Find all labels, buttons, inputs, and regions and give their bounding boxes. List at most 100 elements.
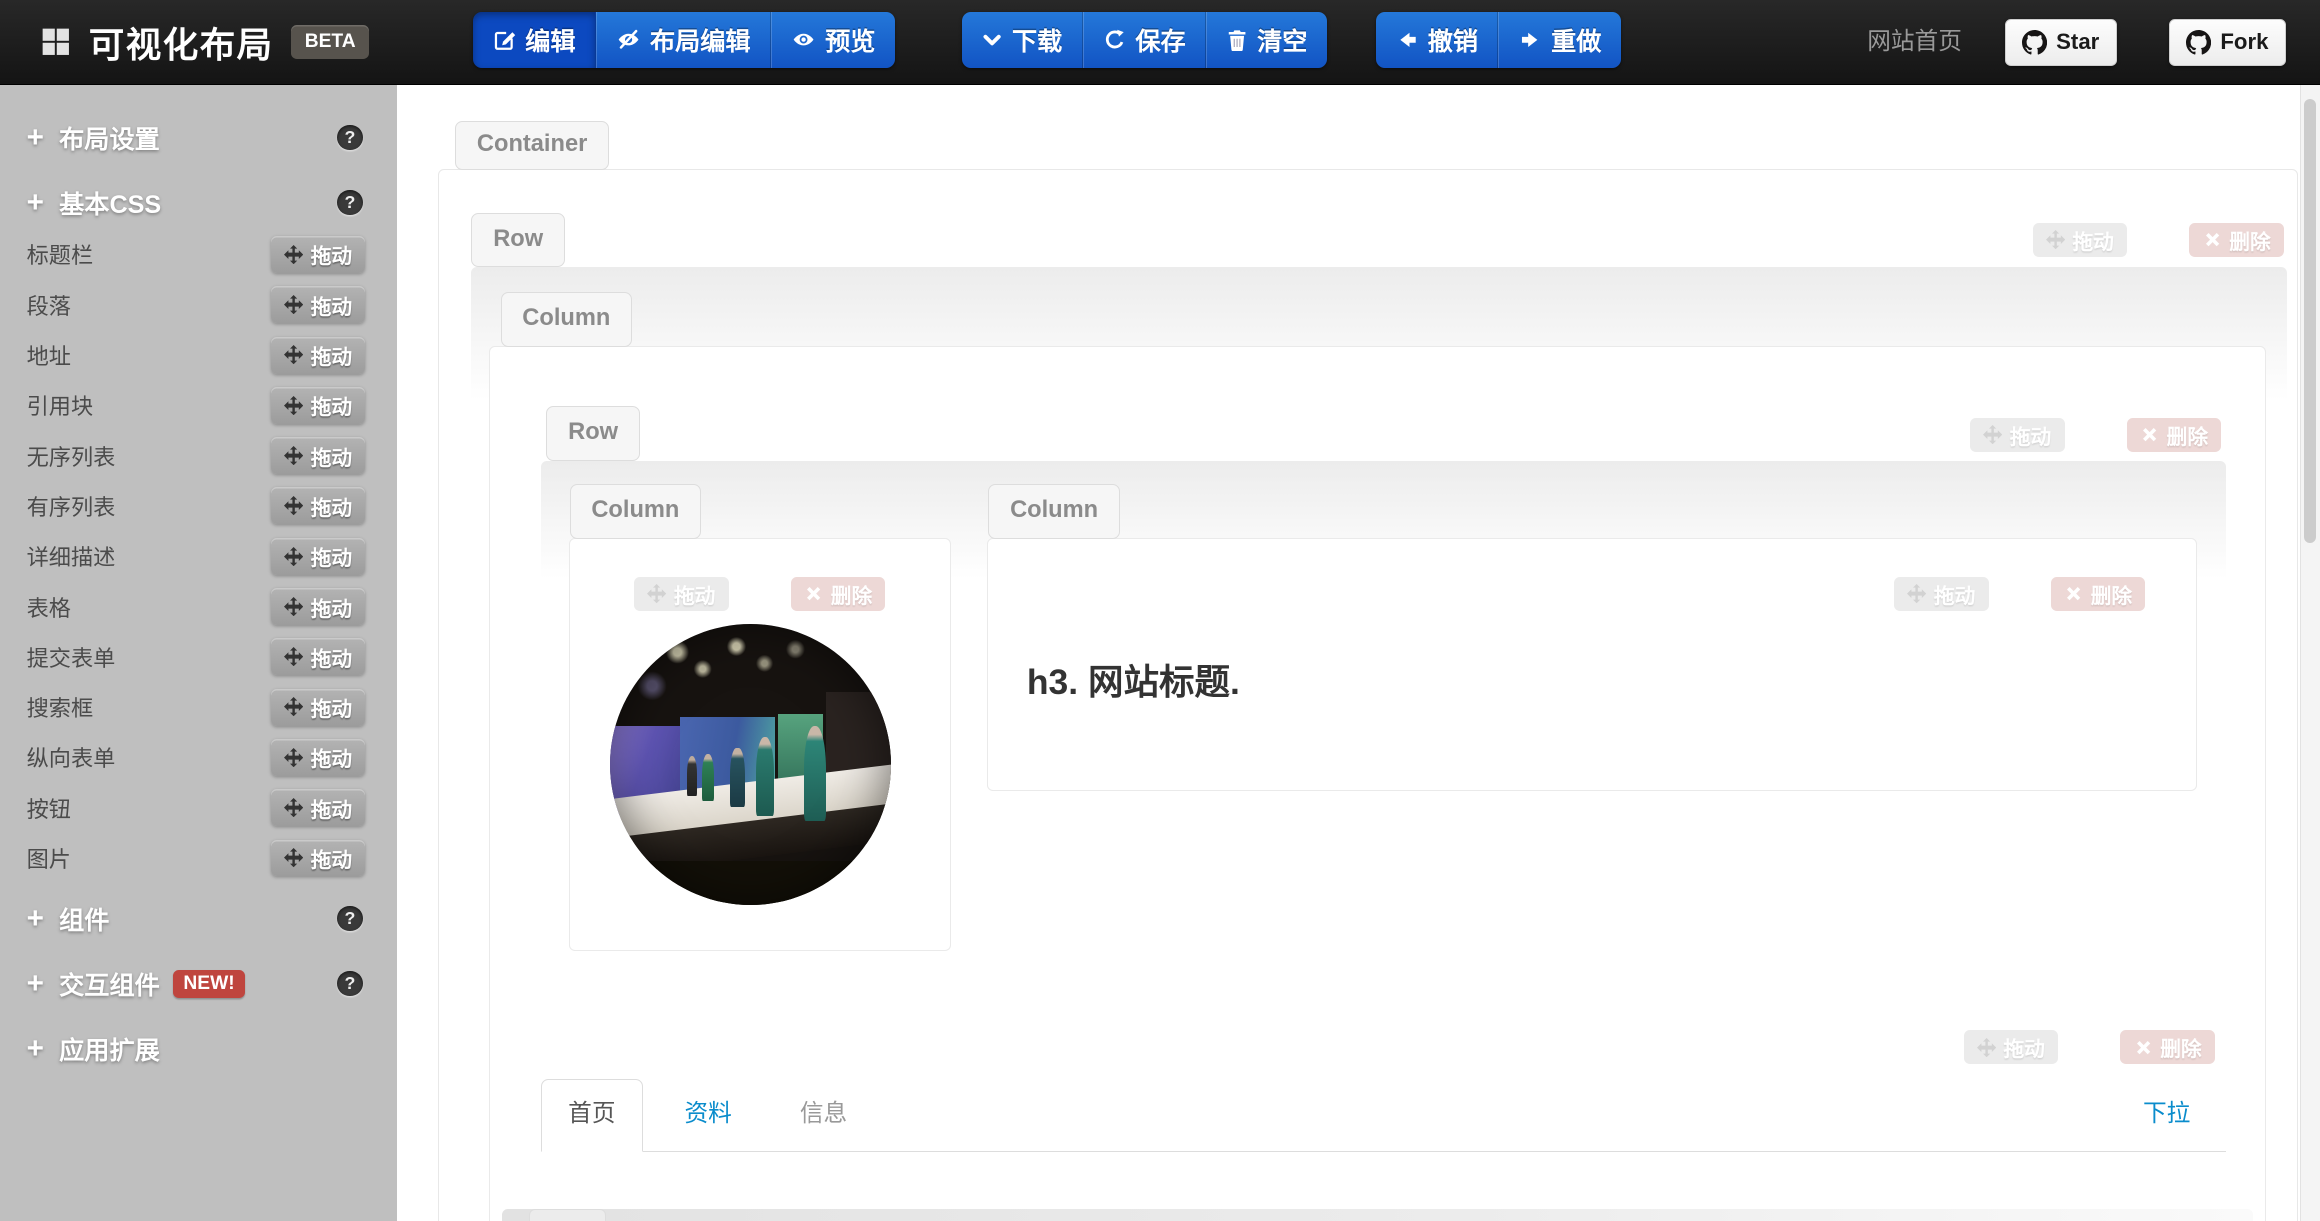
- drag-button[interactable]: 拖动: [271, 840, 366, 877]
- drag-button[interactable]: 拖动: [271, 538, 366, 575]
- column-tab[interactable]: Column: [570, 484, 701, 539]
- github-star-button[interactable]: Star: [2005, 19, 2117, 65]
- drag-button[interactable]: 拖动: [271, 387, 366, 424]
- drag-label: 拖动: [311, 390, 352, 420]
- help-icon[interactable]: ?: [337, 906, 362, 931]
- sidebar-item-description-list: 详细描述 拖动: [0, 531, 397, 581]
- drag-button[interactable]: 拖动: [1894, 577, 1989, 611]
- delete-button[interactable]: 删除: [2051, 577, 2146, 611]
- tab-home[interactable]: 首页: [541, 1079, 644, 1152]
- vertical-scrollbar[interactable]: [2300, 84, 2320, 1220]
- undo-button-label: 撤销: [1428, 22, 1478, 58]
- delete-button[interactable]: 删除: [791, 577, 886, 611]
- item-label: 地址: [27, 339, 71, 371]
- column-block-outer: Column Row 拖动 删除 Column 拖动 删除: [489, 346, 2266, 1221]
- section-label: 组件: [59, 901, 109, 937]
- component-sidebar: + 布局设置 ? + 基本CSS ? 标题栏 拖动 段落 拖动 地址 拖动 引用…: [0, 84, 397, 1220]
- drag-button[interactable]: 拖动: [271, 638, 366, 675]
- scrollbar-thumb[interactable]: [2304, 99, 2316, 543]
- site-home-link[interactable]: 网站首页: [1867, 0, 1962, 84]
- download-button[interactable]: 下载: [962, 12, 1083, 68]
- move-icon: [1983, 425, 2002, 444]
- delete-button[interactable]: 删除: [2189, 223, 2284, 257]
- help-icon[interactable]: ?: [337, 125, 362, 150]
- drag-button[interactable]: 拖动: [2033, 223, 2128, 257]
- drag-button[interactable]: 拖动: [1964, 1030, 2059, 1064]
- help-icon[interactable]: ?: [337, 190, 362, 215]
- drag-label: 拖动: [311, 340, 352, 370]
- nav-tabs: 首页 资料 信息 下拉: [541, 1079, 2226, 1152]
- column-hover-buttons: 拖动 删除: [1894, 577, 2145, 611]
- move-icon: [284, 396, 303, 415]
- drag-button[interactable]: 拖动: [271, 789, 366, 826]
- sidebar-item-ordered-list: 有序列表 拖动: [0, 481, 397, 531]
- container-tab[interactable]: Container: [455, 121, 609, 170]
- drag-label: 拖动: [674, 579, 715, 609]
- clear-button[interactable]: 清空: [1206, 12, 1327, 68]
- column-tab[interactable]: Column: [501, 292, 632, 347]
- plus-icon: +: [27, 967, 60, 1001]
- row-tab[interactable]: Row: [546, 406, 639, 461]
- tab-info[interactable]: 信息: [773, 1079, 874, 1151]
- row-block-inner: Row 拖动 删除 Column 拖动 删除: [541, 461, 2226, 982]
- drag-label: 拖动: [2003, 1032, 2044, 1062]
- drag-button[interactable]: 拖动: [271, 236, 366, 273]
- preview-button[interactable]: 预览: [771, 12, 895, 68]
- undo-button[interactable]: 撤销: [1376, 12, 1498, 68]
- drag-button[interactable]: 拖动: [271, 487, 366, 524]
- eye-icon: [791, 27, 816, 52]
- move-icon: [284, 597, 303, 616]
- sidebar-item-address: 地址 拖动: [0, 330, 397, 380]
- drag-button[interactable]: 拖动: [271, 689, 366, 726]
- sidebar-section-basic-css[interactable]: + 基本CSS ?: [0, 176, 397, 229]
- tab-profile[interactable]: 资料: [658, 1079, 759, 1151]
- sidebar-section-layout-settings[interactable]: + 布局设置 ?: [0, 111, 397, 164]
- preview-button-label: 预览: [825, 22, 875, 58]
- chevron-down-icon: [981, 29, 1003, 51]
- sidebar-section-components[interactable]: + 组件 ?: [0, 892, 397, 945]
- item-label: 有序列表: [27, 490, 116, 522]
- move-icon: [647, 584, 666, 603]
- row-tab[interactable]: Row: [471, 213, 564, 268]
- drag-label: 拖动: [2010, 420, 2051, 450]
- drag-button[interactable]: 拖动: [271, 337, 366, 374]
- drag-button[interactable]: 拖动: [271, 739, 366, 776]
- delete-button[interactable]: 删除: [2120, 1030, 2215, 1064]
- sidebar-item-button: 按钮 拖动: [0, 783, 397, 833]
- column-tab[interactable]: Column: [988, 484, 1119, 539]
- drag-button[interactable]: 拖动: [271, 588, 366, 625]
- x-icon: [2140, 425, 2159, 444]
- drag-button[interactable]: 拖动: [271, 437, 366, 474]
- move-icon: [284, 345, 303, 364]
- beta-badge: BETA: [291, 25, 369, 59]
- dropdown-link[interactable]: 下拉: [2143, 1079, 2190, 1150]
- drag-button[interactable]: 拖动: [634, 577, 729, 611]
- drag-button[interactable]: 拖动: [1970, 418, 2065, 452]
- x-icon: [2064, 584, 2083, 603]
- delete-button[interactable]: 删除: [2127, 418, 2222, 452]
- drag-button[interactable]: 拖动: [271, 286, 366, 323]
- arrow-right-icon: [1519, 28, 1543, 52]
- sidebar-item-paragraph: 段落 拖动: [0, 280, 397, 330]
- edit-button[interactable]: 编辑: [473, 12, 595, 68]
- help-icon[interactable]: ?: [337, 971, 362, 996]
- redo-button[interactable]: 重做: [1498, 12, 1620, 68]
- sidebar-section-app-extensions[interactable]: + 应用扩展: [0, 1022, 397, 1075]
- x-icon: [804, 584, 823, 603]
- plus-icon: +: [27, 902, 60, 936]
- file-button-group: 下载 保存 清空: [962, 12, 1327, 68]
- octocat-icon: [2186, 30, 2211, 55]
- github-fork-button[interactable]: Fork: [2169, 19, 2286, 65]
- layout-canvas: Container Row 拖动 删除 Column Row 拖动 删除: [397, 84, 2320, 1220]
- item-label: 段落: [27, 289, 71, 321]
- move-icon: [284, 496, 303, 515]
- move-icon: [2046, 230, 2065, 249]
- item-label: 引用块: [27, 389, 94, 421]
- layout-edit-icon: [616, 27, 641, 52]
- redo-button-label: 重做: [1551, 22, 1601, 58]
- sidebar-section-interactive-components[interactable]: + 交互组件 NEW! ?: [0, 957, 397, 1010]
- move-icon: [284, 647, 303, 666]
- new-badge: NEW!: [173, 970, 245, 998]
- save-button[interactable]: 保存: [1083, 12, 1206, 68]
- layout-edit-button[interactable]: 布局编辑: [596, 12, 771, 68]
